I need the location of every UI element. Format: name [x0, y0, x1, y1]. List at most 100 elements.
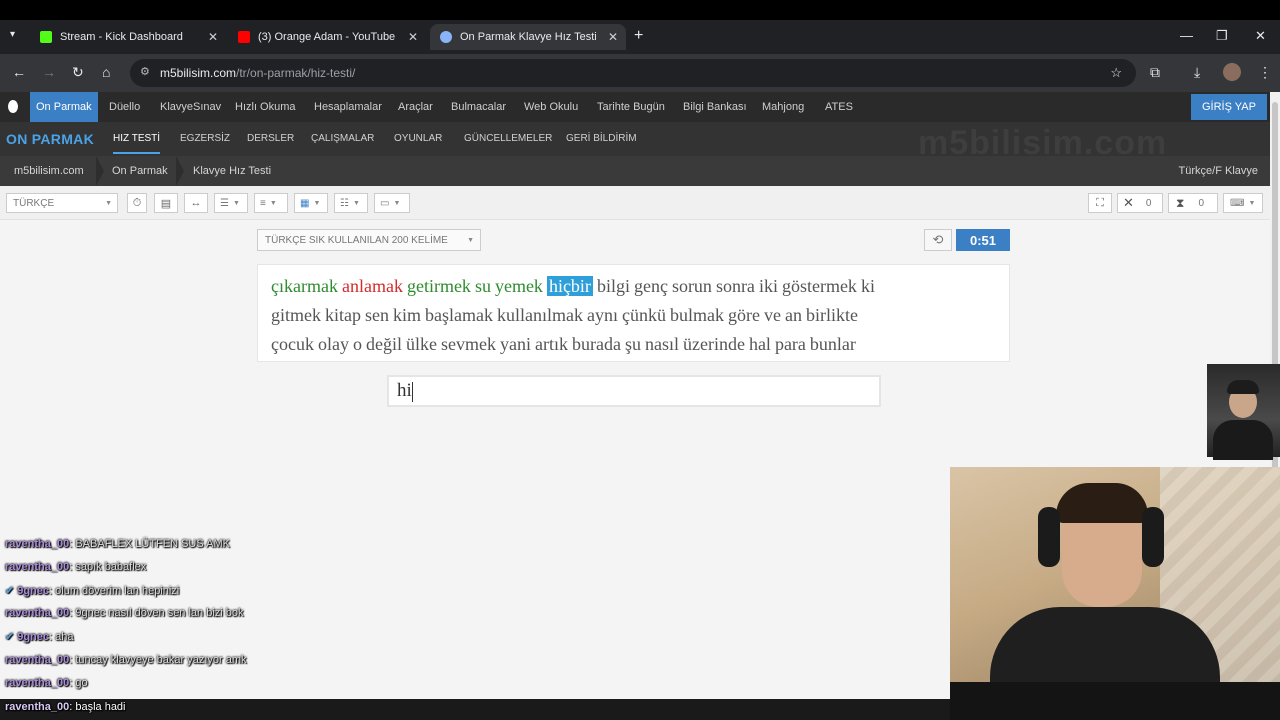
nav-duello[interactable]: Düello: [109, 101, 140, 113]
nav-mahjong[interactable]: Mahjong: [762, 101, 804, 113]
close-icon[interactable]: ✕: [608, 30, 618, 44]
display-select[interactable]: ▭ ▼: [374, 193, 410, 213]
close-icon[interactable]: ✕: [208, 30, 218, 44]
align-select[interactable]: ≡ ▼: [254, 193, 288, 213]
time-count: 0: [1198, 197, 1204, 209]
word: yemek: [494, 276, 543, 296]
extensions-icon[interactable]: ⧉: [1150, 64, 1160, 81]
address-bar[interactable]: ⚙ m5bilisim.com /tr/on-parmak/hiz-testi/…: [130, 59, 1136, 87]
nav-bilgi-bankasi[interactable]: Bilgi Bankası: [683, 101, 747, 113]
text-caret: [411, 381, 413, 402]
word: başlamak: [425, 305, 493, 325]
word: sen: [365, 305, 389, 325]
word-display: çıkarmak anlamak getirmek su yemek hiçbir bilg…: [257, 264, 1010, 362]
nav-hesaplamalar[interactable]: Hesaplamalar: [314, 101, 382, 113]
word: sonra: [715, 276, 755, 296]
word: bulmak: [669, 305, 724, 325]
nav-web-okulu[interactable]: Web Okulu: [524, 101, 578, 113]
word: burada: [571, 334, 621, 354]
breadcrumb-home[interactable]: m5bilisim.com: [14, 165, 84, 177]
chat-username: 9gnec: [17, 631, 50, 643]
align-left-icon: ≡: [260, 197, 266, 209]
chevron-down-icon: ▼: [467, 237, 474, 244]
breadcrumb: m5bilisim.com On Parmak Klavye Hız Testi…: [0, 156, 1270, 186]
forward-icon[interactable]: →: [42, 64, 56, 80]
font-size-select[interactable]: ▦ ▼: [294, 193, 328, 213]
typing-input[interactable]: hi: [387, 375, 881, 407]
login-button[interactable]: GİRİŞ YAP: [1191, 94, 1267, 120]
section-brand[interactable]: ON PARMAK: [6, 131, 94, 147]
tab-search-icon[interactable]: ▾: [10, 29, 15, 40]
error-counter: ✕ 0: [1117, 193, 1163, 213]
word: olay: [317, 334, 349, 354]
word: sevmek: [440, 334, 496, 354]
section-guncellemeler[interactable]: GÜNCELLEMELER: [464, 133, 552, 144]
menu-icon[interactable]: ⋮: [1258, 64, 1272, 81]
restore-icon[interactable]: ❐: [1216, 28, 1228, 44]
tab-youtube[interactable]: (3) Orange Adam - YouTube ✕: [228, 24, 426, 50]
width-icon[interactable]: ↔: [184, 193, 208, 213]
nav-tarihte-bugun[interactable]: Tarihte Bugün: [597, 101, 665, 113]
word: anlamak: [341, 276, 403, 296]
tab-kick[interactable]: Stream - Kick Dashboard ✕: [30, 24, 226, 50]
word: o: [352, 334, 362, 354]
chat-username: raventha_00: [5, 561, 70, 573]
keyboard-layout-label[interactable]: Türkçe/F Klavye: [1179, 165, 1258, 177]
x-icon: ✕: [1123, 195, 1134, 210]
back-icon[interactable]: ←: [12, 64, 26, 80]
nav-on-parmak[interactable]: On Parmak: [30, 92, 98, 122]
tab-onparmak[interactable]: On Parmak Klavye Hız Testi | m5 ✕: [430, 24, 626, 50]
word: nasıl: [644, 334, 679, 354]
new-tab-icon[interactable]: +: [634, 27, 643, 45]
breadcrumb-separator: [96, 156, 104, 186]
reload-icon[interactable]: ↻: [72, 64, 84, 81]
word: ülke: [405, 334, 437, 354]
minimize-icon[interactable]: —: [1180, 28, 1193, 43]
cam-hair: [1227, 380, 1259, 394]
breadcrumb-on-parmak[interactable]: On Parmak: [112, 165, 168, 177]
monitor-icon: ▭: [380, 197, 390, 209]
section-calismalar[interactable]: ÇALIŞMALAR: [311, 133, 374, 144]
nav-araclar[interactable]: Araçlar: [398, 101, 433, 113]
verified-badge-icon: ✔: [5, 585, 15, 597]
section-oyunlar[interactable]: OYUNLAR: [394, 133, 442, 144]
logo-drop-icon[interactable]: [8, 100, 18, 113]
download-icon[interactable]: ⤓: [1194, 64, 1200, 81]
chat-message: raventha_00: sapık babaflex: [5, 561, 146, 573]
nav-ates[interactable]: ATES: [825, 101, 853, 113]
reset-icon[interactable]: ⟲: [924, 229, 952, 251]
section-dersler[interactable]: DERSLER: [247, 133, 294, 144]
lines-icon: ☰: [220, 197, 229, 209]
chat-message: ✔ 9gnec: olum döverim lan hepinizi: [5, 584, 179, 597]
home-icon[interactable]: ⌂: [102, 64, 110, 80]
text-mode-icon[interactable]: ▤: [154, 193, 178, 213]
layout-select[interactable]: ☷ ▼: [334, 193, 368, 213]
word: gitmek: [271, 305, 321, 325]
nav-bulmacalar[interactable]: Bulmacalar: [451, 101, 506, 113]
bookmark-star-icon[interactable]: ☆: [1110, 65, 1122, 81]
nav-hizli-okuma[interactable]: Hızlı Okuma: [235, 101, 296, 113]
section-geri-bildirim[interactable]: GERİ BİLDİRİM: [566, 133, 637, 144]
fullscreen-icon[interactable]: ⛶: [1088, 193, 1112, 213]
profile-avatar[interactable]: [1223, 63, 1241, 81]
nav-klavyesinav[interactable]: KlavyeSınav: [160, 101, 221, 113]
word: aynı: [586, 305, 618, 325]
window-close-icon[interactable]: ✕: [1255, 28, 1266, 44]
word: kitap: [325, 305, 361, 325]
chevron-down-icon: ▼: [313, 199, 321, 207]
section-hiz-testi[interactable]: HIZ TESTİ: [113, 133, 161, 154]
verified-badge-icon: ✔: [5, 631, 15, 643]
language-select[interactable]: TÜRKÇE ▼: [6, 193, 118, 213]
site-info-icon[interactable]: ⚙: [140, 65, 150, 78]
line-spacing-select[interactable]: ☰ ▼: [214, 193, 248, 213]
word: para: [774, 334, 806, 354]
breadcrumb-separator: [176, 156, 184, 186]
kick-icon: [40, 31, 52, 43]
section-egzersiz[interactable]: EGZERSİZ: [180, 133, 230, 144]
chat-message: raventha_00: go: [5, 677, 88, 689]
time-mode-icon[interactable]: ⏱: [127, 193, 147, 213]
close-icon[interactable]: ✕: [408, 30, 418, 44]
typing-input-value: hi: [397, 380, 412, 401]
keyboard-select[interactable]: ⌨ ▼: [1223, 193, 1263, 213]
word-set-select[interactable]: TÜRKÇE SIK KULLANILAN 200 KELİME ▼: [257, 229, 481, 251]
